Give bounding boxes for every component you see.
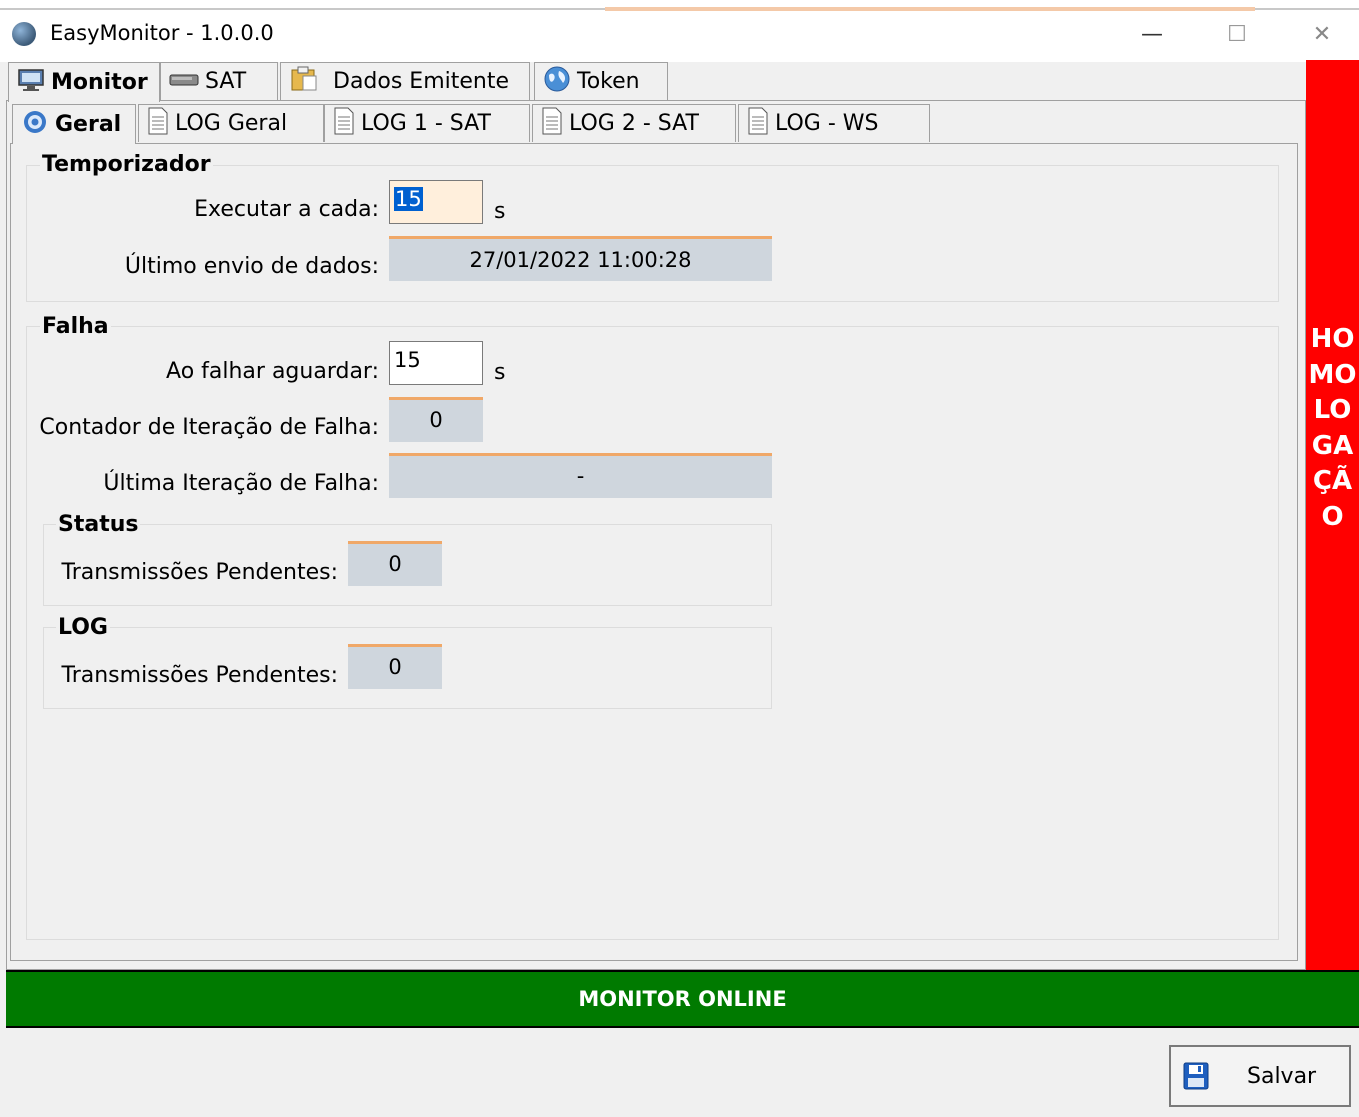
contador-value: 0: [389, 397, 483, 442]
minimize-button[interactable]: —: [1128, 14, 1176, 54]
tab-log-geral[interactable]: LOG Geral: [138, 104, 324, 142]
tab-label: Monitor: [51, 70, 148, 95]
executar-unit: s: [494, 199, 506, 224]
ultima-iteracao-value: -: [389, 453, 772, 498]
status-title: Status: [56, 512, 141, 537]
tab-label: LOG Geral: [175, 111, 288, 136]
document-icon: [147, 107, 169, 141]
top-divider-accent: [605, 7, 1255, 11]
tab-label: LOG 1 - SAT: [361, 111, 491, 136]
aguardar-input[interactable]: 15: [389, 341, 483, 385]
homologacao-banner: HOMOLOGAÇÃO: [1306, 60, 1359, 970]
tab-monitor[interactable]: Monitor: [8, 62, 160, 102]
falha-title: Falha: [40, 314, 111, 339]
save-button[interactable]: Salvar: [1169, 1045, 1351, 1107]
ultimo-envio-label: Último envio de dados:: [124, 254, 379, 279]
homologacao-text: HOMOLOGAÇÃO: [1308, 324, 1357, 532]
gear-icon: [21, 108, 49, 142]
maximize-button[interactable]: ☐: [1213, 14, 1261, 54]
contador-label: Contador de Iteração de Falha:: [39, 415, 379, 440]
executar-input[interactable]: 15: [389, 180, 483, 224]
tab-label: Dados Emitente: [333, 69, 510, 94]
save-label: Salvar: [1247, 1063, 1317, 1089]
app-globe-icon: [12, 22, 36, 46]
tab-log-1-sat[interactable]: LOG 1 - SAT: [324, 104, 530, 142]
log-pendentes-label: Transmissões Pendentes:: [61, 663, 339, 688]
tab-label: Token: [577, 69, 640, 94]
tab-log-2-sat[interactable]: LOG 2 - SAT: [532, 104, 736, 142]
log-title: LOG: [56, 615, 110, 640]
document-icon: [541, 107, 563, 141]
temporizador-title: Temporizador: [40, 152, 213, 177]
document-icon: [747, 107, 769, 141]
aguardar-label: Ao falhar aguardar:: [166, 359, 379, 384]
executar-value: 15: [394, 187, 423, 211]
ultima-iteracao-label: Última Iteração de Falha:: [103, 471, 379, 496]
monitor-icon: [17, 68, 45, 98]
tab-sat[interactable]: SAT: [160, 62, 278, 100]
floppy-disk-icon: [1183, 1062, 1209, 1090]
log-pendentes-value: 0: [348, 644, 442, 689]
aguardar-unit: s: [494, 360, 506, 385]
ultimo-envio-value: 27/01/2022 11:00:28: [389, 236, 772, 281]
tab-dados-emitente[interactable]: Dados Emitente: [280, 62, 530, 100]
executar-label: Executar a cada:: [194, 197, 379, 222]
tab-label: Geral: [55, 112, 122, 137]
window-title: EasyMonitor - 1.0.0.0: [50, 21, 274, 45]
tab-log-ws[interactable]: LOG - WS: [738, 104, 930, 142]
drive-icon: [169, 69, 199, 94]
temporizador-group: [26, 165, 1279, 302]
tab-token[interactable]: Token: [534, 62, 668, 100]
monitor-status-bar: MONITOR ONLINE: [6, 970, 1359, 1028]
status-pendentes-label: Transmissões Pendentes:: [61, 560, 339, 585]
tab-label: LOG - WS: [775, 111, 879, 136]
tab-label: LOG 2 - SAT: [569, 111, 699, 136]
status-pendentes-value: 0: [348, 541, 442, 586]
close-button[interactable]: ✕: [1298, 14, 1346, 54]
clipboard-icon: [289, 66, 319, 98]
document-icon: [333, 107, 355, 141]
tab-geral[interactable]: Geral: [12, 104, 136, 144]
globe-icon: [543, 65, 571, 99]
tab-label: SAT: [205, 69, 247, 94]
